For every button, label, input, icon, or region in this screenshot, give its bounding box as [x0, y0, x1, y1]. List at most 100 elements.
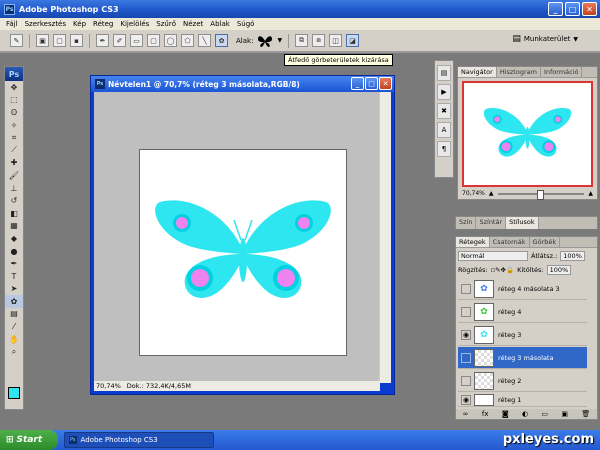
eye-icon[interactable]: ◉ [461, 394, 471, 405]
rounded-rectangle-icon[interactable]: ▢ [147, 34, 160, 47]
layer-mask-icon[interactable]: ◙ [502, 410, 509, 418]
lock-icons[interactable]: ▫✎✥🔒 [491, 266, 514, 274]
shape-layers-button[interactable]: ▣ [36, 34, 49, 47]
pen-tool-icon[interactable]: ✒ [5, 257, 23, 270]
eyedropper-icon[interactable]: ⁄ [5, 320, 23, 333]
link-layers-icon[interactable]: ∞ [463, 410, 469, 418]
pen-tool-icon[interactable]: ✒ [96, 34, 109, 47]
combine-shapes-icon[interactable]: ⧉ [295, 34, 309, 47]
menu-layer[interactable]: Réteg [93, 20, 113, 28]
opacity-field[interactable]: 100% [560, 250, 585, 261]
rectangle-icon[interactable]: ▭ [130, 34, 143, 47]
menu-image[interactable]: Kép [73, 20, 86, 28]
layer-row[interactable]: réteg 2 [458, 370, 587, 392]
zoom-out-icon[interactable]: ▲ [489, 190, 494, 197]
tab-color[interactable]: Szín [456, 217, 477, 229]
layer-style-icon[interactable]: fx [482, 410, 489, 418]
trash-icon[interactable]: 🗑 [581, 410, 590, 418]
visibility-toggle[interactable] [461, 352, 471, 363]
ellipse-icon[interactable]: ◯ [164, 34, 177, 47]
close-button[interactable]: ✕ [582, 2, 597, 16]
doc-minimize-button[interactable]: _ [351, 77, 364, 90]
actions-icon[interactable]: ▶ [437, 84, 451, 100]
tab-styles[interactable]: Stílusok [506, 217, 539, 229]
tab-channels[interactable]: Csatornák [490, 237, 530, 247]
blend-mode-select[interactable]: Normál [458, 250, 528, 261]
marquee-tool-icon[interactable]: ⬚ [5, 94, 23, 107]
foreground-color-swatch[interactable] [8, 387, 20, 399]
artboard[interactable] [139, 149, 347, 356]
layer-row-selected[interactable]: réteg 3 másolata [458, 347, 587, 369]
menu-help[interactable]: Súgó [237, 20, 255, 28]
navigator-zoom-value[interactable]: 70,74% [462, 190, 485, 197]
maximize-button[interactable]: □ [565, 2, 580, 16]
navigator-thumbnail[interactable] [462, 81, 593, 187]
visibility-toggle[interactable] [461, 306, 471, 317]
taskbar-item-photoshop[interactable]: Ps Adobe Photoshop CS3 [64, 432, 214, 448]
history-icon[interactable]: ▤ [437, 65, 451, 81]
slice-tool-icon[interactable]: ⟋ [5, 144, 23, 157]
layer-row[interactable]: ✿ réteg 4 másolata 3 [458, 278, 587, 300]
layer-row[interactable]: ◉ réteg 1 [458, 393, 587, 407]
gradient-tool-icon[interactable]: ▦ [5, 220, 23, 233]
menu-file[interactable]: Fájl [6, 20, 18, 28]
clone-stamp-icon[interactable]: ⊥ [5, 182, 23, 195]
line-icon[interactable]: ╲ [198, 34, 211, 47]
healing-brush-icon[interactable]: ✚ [5, 157, 23, 170]
vertical-scrollbar[interactable] [379, 92, 391, 383]
character-icon[interactable]: A [437, 122, 451, 138]
butterfly-shape-icon[interactable] [257, 34, 273, 48]
tool-presets-icon[interactable]: ✖ [437, 103, 451, 119]
history-brush-icon[interactable]: ↺ [5, 194, 23, 207]
path-selection-icon[interactable]: ➤ [5, 283, 23, 296]
fill-pixels-button[interactable]: ▪ [70, 34, 83, 47]
lasso-tool-icon[interactable]: ʘ [5, 106, 23, 119]
fill-field[interactable]: 100% [546, 264, 572, 275]
tab-info[interactable]: Információ [541, 67, 583, 77]
doc-size-info[interactable]: Dok.: 732,4K/4,65M [127, 382, 191, 390]
paragraph-icon[interactable]: ¶ [437, 141, 451, 157]
blur-tool-icon[interactable]: ◆ [5, 232, 23, 245]
zoom-tool-icon[interactable]: ⌕ [5, 345, 23, 358]
freeform-pen-icon[interactable]: ✐ [113, 34, 126, 47]
tab-paths[interactable]: Görbék [530, 237, 561, 247]
zoom-in-icon[interactable]: ▲ [588, 190, 593, 197]
doc-close-button[interactable]: ✕ [379, 77, 392, 90]
custom-shape-icon[interactable]: ✿ [215, 34, 228, 47]
tab-histogram[interactable]: Hisztogram [497, 67, 541, 77]
adjustment-layer-icon[interactable]: ◐ [522, 410, 528, 418]
subtract-shapes-icon[interactable]: ⧈ [312, 34, 326, 47]
crop-tool-icon[interactable]: ⌗ [5, 131, 23, 144]
layer-row[interactable]: ◉ ✿ réteg 3 [458, 324, 587, 346]
tab-layers[interactable]: Rétegek [456, 237, 490, 247]
chevron-down-icon[interactable]: ▼ [277, 37, 282, 44]
move-tool-icon[interactable]: ✥ [5, 81, 23, 94]
custom-shape-tool-icon[interactable]: ✿ [5, 295, 23, 308]
tab-navigator[interactable]: Navigátor [458, 67, 497, 77]
menu-edit[interactable]: Szerkesztés [25, 20, 66, 28]
start-button[interactable]: ⊞ Start [0, 430, 58, 450]
menu-select[interactable]: Kijelölés [120, 20, 149, 28]
doc-maximize-button[interactable]: □ [365, 77, 378, 90]
hand-tool-icon[interactable]: ✋ [5, 333, 23, 346]
dodge-tool-icon[interactable]: ● [5, 245, 23, 258]
minimize-button[interactable]: _ [548, 2, 563, 16]
magic-wand-icon[interactable]: ✧ [5, 119, 23, 132]
brush-tool-icon[interactable]: 🖌 [5, 169, 23, 182]
exclude-overlap-icon[interactable]: ◪ [346, 34, 360, 47]
tool-preset-button[interactable]: ✎ [10, 34, 23, 47]
visibility-toggle[interactable] [461, 283, 471, 294]
zoom-readout[interactable]: 70,74% [96, 382, 121, 390]
new-layer-icon[interactable]: ▣ [561, 410, 568, 418]
menu-window[interactable]: Ablak [210, 20, 230, 28]
intersect-shapes-icon[interactable]: ◫ [329, 34, 343, 47]
canvas-area[interactable] [94, 92, 380, 383]
workspace-button[interactable]: ▤ Munkaterület ▼ [512, 34, 578, 44]
type-tool-icon[interactable]: T [5, 270, 23, 283]
eye-icon[interactable]: ◉ [461, 329, 471, 340]
notes-tool-icon[interactable]: ▤ [5, 308, 23, 321]
polygon-icon[interactable]: ⬠ [181, 34, 194, 47]
tab-swatches[interactable]: Színtár [476, 217, 507, 229]
eraser-tool-icon[interactable]: ◧ [5, 207, 23, 220]
zoom-slider[interactable] [497, 189, 585, 200]
